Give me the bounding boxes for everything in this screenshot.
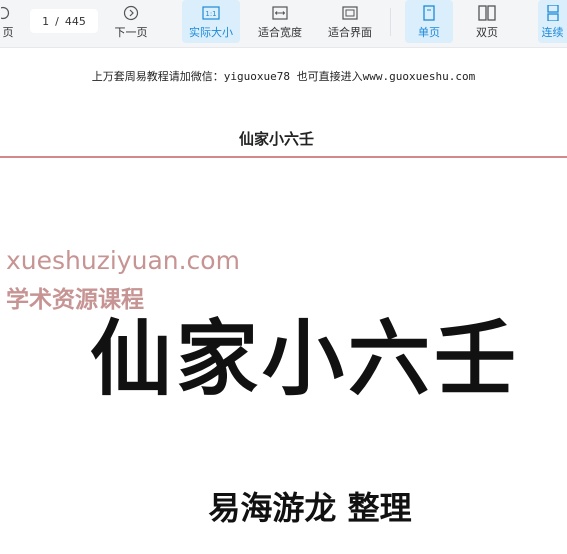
watermark-domain: xueshuziyuan.com: [6, 246, 240, 275]
fit-page-button[interactable]: 适合界面: [320, 0, 380, 43]
actual-size-icon-text: 1:1: [205, 10, 216, 18]
fit-width-button[interactable]: 适合宽度: [250, 0, 310, 43]
actual-size-label: 实际大小: [189, 25, 233, 39]
book-title: 仙家小六壬: [89, 311, 520, 407]
next-page-label: 下一页: [114, 25, 148, 39]
single-page-icon: [420, 4, 438, 22]
continuous-button[interactable]: 连续: [538, 0, 567, 43]
viewer-toolbar: 页 1 / 445 下一页 1:1 实际大小 适合宽度 适合界面 单页 双页 连…: [0, 0, 567, 48]
compiler-credit: 易海游龙 整理: [208, 489, 412, 527]
prev-page-label: 页: [2, 25, 14, 39]
double-page-label: 双页: [476, 25, 498, 39]
prev-page-button[interactable]: 页: [0, 0, 16, 43]
actual-size-button[interactable]: 1:1 实际大小: [182, 0, 240, 43]
current-page-input[interactable]: 1: [42, 15, 49, 28]
promo-notice: 上万套周易教程请加微信：yiguoxue78 也可直接进入www.guoxues…: [91, 70, 476, 83]
single-page-label: 单页: [418, 25, 440, 39]
continuous-label: 连续: [541, 25, 564, 39]
fit-width-label: 适合宽度: [258, 25, 302, 39]
continuous-icon: [544, 4, 562, 22]
circle-icon: [0, 4, 17, 22]
single-page-button[interactable]: 单页: [405, 0, 453, 43]
page-separator: /: [55, 14, 59, 28]
total-pages: 445: [64, 14, 86, 28]
double-page-button[interactable]: 双页: [463, 0, 511, 43]
fit-page-label: 适合界面: [328, 25, 372, 39]
next-page-button[interactable]: 下一页: [106, 0, 156, 43]
fit-page-icon: [341, 4, 359, 22]
running-header-title: 仙家小六壬: [238, 130, 314, 148]
page-indicator[interactable]: 1 / 445: [30, 9, 98, 33]
chevron-right-icon: [122, 4, 140, 22]
header-divider: [0, 156, 567, 158]
actual-size-icon: 1:1: [202, 4, 220, 22]
double-page-icon: [478, 4, 496, 22]
fit-width-icon: [271, 4, 289, 22]
toolbar-divider: [390, 8, 391, 36]
watermark-text: 学术资源课程: [6, 287, 144, 313]
